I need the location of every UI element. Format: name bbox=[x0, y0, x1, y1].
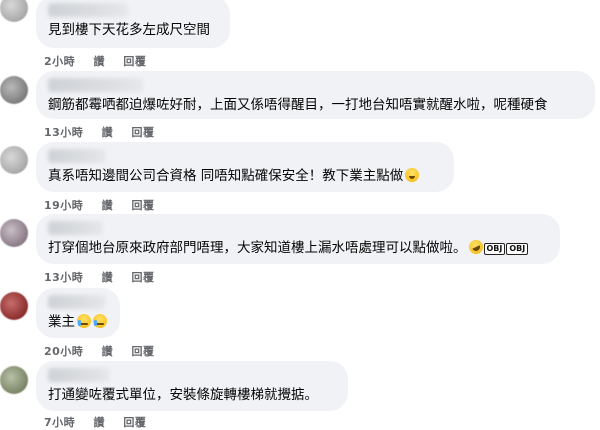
avatar[interactable] bbox=[0, 219, 28, 247]
comment-text: 鋼筋都霉哂都迫爆咗好耐，上面又係唔得醒目，一打地台知唔實就醒水啦，呢種硬食 bbox=[48, 97, 548, 113]
like-button[interactable]: 讚 bbox=[94, 55, 106, 68]
comment-timestamp[interactable]: 2小時 bbox=[44, 55, 75, 68]
comment-meta: 13小時 讚 回覆 bbox=[44, 124, 169, 140]
like-button[interactable]: 讚 bbox=[102, 345, 114, 358]
comment-timestamp[interactable]: 13小時 bbox=[44, 126, 83, 139]
obj-sticker-icon: OBJ bbox=[506, 243, 529, 255]
smiling-sweat-emoji bbox=[405, 168, 420, 182]
author-name[interactable] bbox=[48, 295, 106, 309]
crying-emoji bbox=[77, 314, 91, 328]
reply-button[interactable]: 回覆 bbox=[132, 199, 155, 212]
comment-timestamp[interactable]: 20小時 bbox=[44, 345, 83, 358]
comment-bubble: 打通變咗覆式單位，安裝條旋轉樓梯就攪掂。 bbox=[36, 361, 348, 411]
comment-bubble: 見到樓下天花多左成尺空間 bbox=[36, 0, 230, 48]
like-button[interactable]: 讚 bbox=[94, 416, 106, 429]
author-name[interactable] bbox=[48, 368, 110, 382]
avatar[interactable] bbox=[0, 366, 28, 394]
comment-meta: 13小時 讚 回覆 bbox=[44, 269, 169, 285]
author-name[interactable] bbox=[48, 221, 103, 235]
avatar[interactable] bbox=[0, 146, 28, 174]
comment-bubble: 真系唔知邊間公司合資格 同唔知點確保安全！教下業主點做 bbox=[36, 142, 454, 192]
comment-text: 見到樓下天花多左成尺空間 bbox=[48, 22, 210, 38]
comment-text: 真系唔知邊間公司合資格 同唔知點確保安全！教下業主點做 bbox=[48, 167, 442, 185]
author-name[interactable] bbox=[48, 149, 106, 163]
avatar[interactable] bbox=[0, 0, 28, 22]
comment-text: 打穿個地台原來政府部門唔理，大家知道樓上漏水唔處理可以點做啦。 OBJ OBJ bbox=[48, 237, 548, 257]
avatar[interactable] bbox=[0, 76, 28, 104]
comment-timestamp[interactable]: 7小時 bbox=[44, 416, 75, 429]
crying-emoji bbox=[93, 314, 107, 328]
comment-text: 業主 bbox=[48, 313, 108, 331]
reply-button[interactable]: 回覆 bbox=[132, 126, 155, 139]
comment-timestamp[interactable]: 13小時 bbox=[44, 271, 83, 284]
comment-text-content: 業主 bbox=[48, 314, 75, 330]
comment-meta: 2小時 讚 回覆 bbox=[44, 53, 160, 69]
comment-bubble: 業主 bbox=[36, 288, 120, 338]
rofl-emoji bbox=[466, 237, 485, 257]
comment-text-content: 打穿個地台原來政府部門唔理，大家知道樓上漏水唔處理可以點做啦。 bbox=[48, 240, 467, 256]
comment-meta: 7小時 讚 回覆 bbox=[44, 414, 160, 430]
reply-button[interactable]: 回覆 bbox=[123, 416, 146, 429]
comment-timestamp[interactable]: 19小時 bbox=[44, 199, 83, 212]
comment-bubble: 打穿個地台原來政府部門唔理，大家知道樓上漏水唔處理可以點做啦。 OBJ OBJ bbox=[36, 214, 560, 264]
avatar[interactable] bbox=[0, 292, 28, 320]
comment-text-content: 真系唔知邊間公司合資格 同唔知點確保安全！教下業主點做 bbox=[48, 168, 404, 184]
like-button[interactable]: 讚 bbox=[102, 271, 114, 284]
reply-button[interactable]: 回覆 bbox=[132, 345, 155, 358]
obj-sticker-icon: OBJ bbox=[483, 243, 506, 255]
comment-meta: 19小時 讚 回覆 bbox=[44, 197, 169, 213]
reply-button[interactable]: 回覆 bbox=[132, 271, 155, 284]
like-button[interactable]: 讚 bbox=[102, 199, 114, 212]
comment-text: 打通變咗覆式單位，安裝條旋轉樓梯就攪掂。 bbox=[48, 387, 318, 403]
comment-meta: 20小時 讚 回覆 bbox=[44, 343, 169, 359]
comment-bubble: 鋼筋都霉哂都迫爆咗好耐，上面又係唔得醒目，一打地台知唔實就醒水啦，呢種硬食 bbox=[36, 71, 595, 119]
author-name[interactable] bbox=[48, 3, 128, 17]
reply-button[interactable]: 回覆 bbox=[123, 55, 146, 68]
author-name[interactable] bbox=[48, 78, 143, 92]
like-button[interactable]: 讚 bbox=[102, 126, 114, 139]
